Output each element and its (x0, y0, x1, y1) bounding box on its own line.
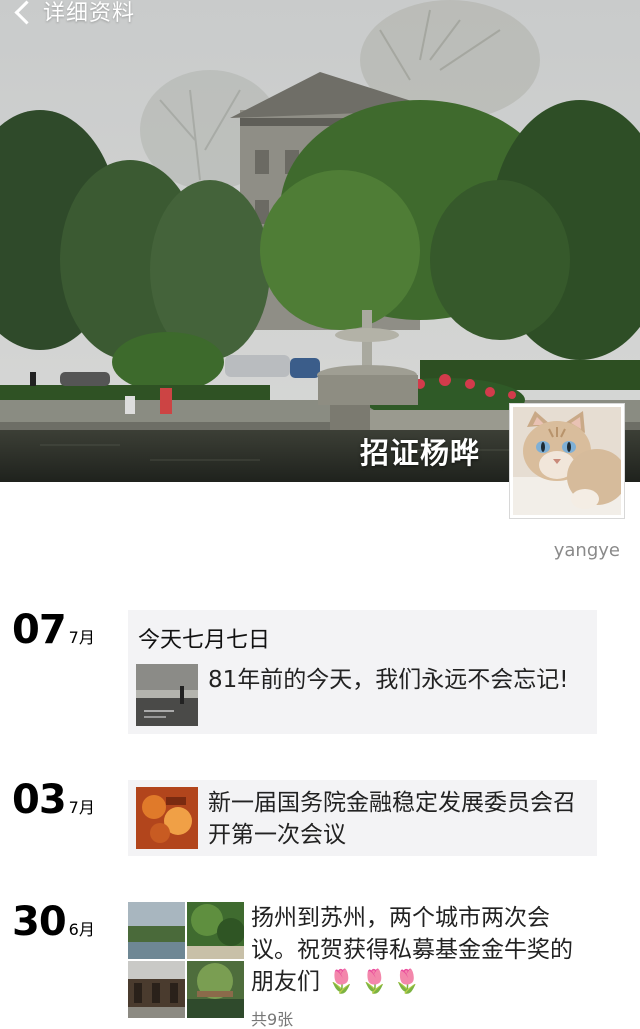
photo-thumbnail[interactable] (128, 902, 185, 959)
entry-month: 7月 (68, 628, 95, 647)
back-button[interactable]: 详细资料 (14, 0, 136, 28)
avatar[interactable] (509, 403, 625, 519)
entry-day: 07 (12, 607, 67, 653)
shared-link[interactable]: 新一届国务院金融稳定发展委员会召开第一次会议 (136, 787, 583, 851)
timeline-entry: 30 6月 扬州到苏州，两个城市两次会议。祝贺获得私募基金金牛奖的朋友们 🌷🌷🌷… (0, 902, 640, 1029)
post-text[interactable]: 扬州到苏州，两个城市两次会议。祝贺获得私募基金金牛奖的朋友们 🌷🌷🌷 (251, 902, 591, 998)
link-thumbnail (136, 664, 198, 726)
shared-link[interactable]: 81年前的今天，我们永远不会忘记! (136, 664, 583, 726)
moments-profile-page: 详细资料 招证杨晔 yangye 07 7月 今天七月七日 81年前的今天，我们… (0, 0, 640, 1029)
timeline-entry: 07 7月 今天七月七日 81年前的今天，我们永远不会忘记! (0, 610, 640, 736)
entry-month: 7月 (68, 798, 95, 817)
profile-name: 招证杨晔 (359, 436, 480, 470)
entry-date: 03 7月 (12, 780, 95, 820)
entry-day: 30 (12, 899, 67, 945)
timeline-entry: 03 7月 新一届国务院金融稳定发展委员会召开第一次会议 (0, 780, 640, 858)
photo-count: 共9张 (251, 1010, 294, 1029)
link-title: 新一届国务院金融稳定发展委员会召开第一次会议 (208, 790, 576, 848)
entry-date: 07 7月 (12, 610, 95, 650)
tulip-emoji: 🌷🌷🌷 (327, 969, 426, 995)
article-card[interactable]: 新一届国务院金融稳定发展委员会召开第一次会议 (128, 780, 597, 856)
entry-date: 30 6月 (12, 902, 95, 942)
post-text: 今天七月七日 (138, 628, 271, 653)
link-title: 81年前的今天，我们永远不会忘记! (208, 667, 569, 693)
photo-grid[interactable] (128, 902, 244, 1018)
entry-month: 6月 (68, 920, 95, 939)
cat-avatar-image (513, 407, 621, 515)
article-card[interactable]: 今天七月七日 81年前的今天，我们永远不会忘记! (128, 610, 597, 734)
chevron-left-icon (14, 0, 39, 25)
user-signature: yangye (553, 540, 620, 561)
photo-thumbnail[interactable] (187, 902, 244, 959)
entry-day: 03 (12, 777, 67, 823)
photo-thumbnail[interactable] (187, 961, 244, 1018)
photo-thumbnail[interactable] (128, 961, 185, 1018)
back-label: 详细资料 (43, 1, 136, 26)
link-thumbnail (136, 787, 198, 849)
